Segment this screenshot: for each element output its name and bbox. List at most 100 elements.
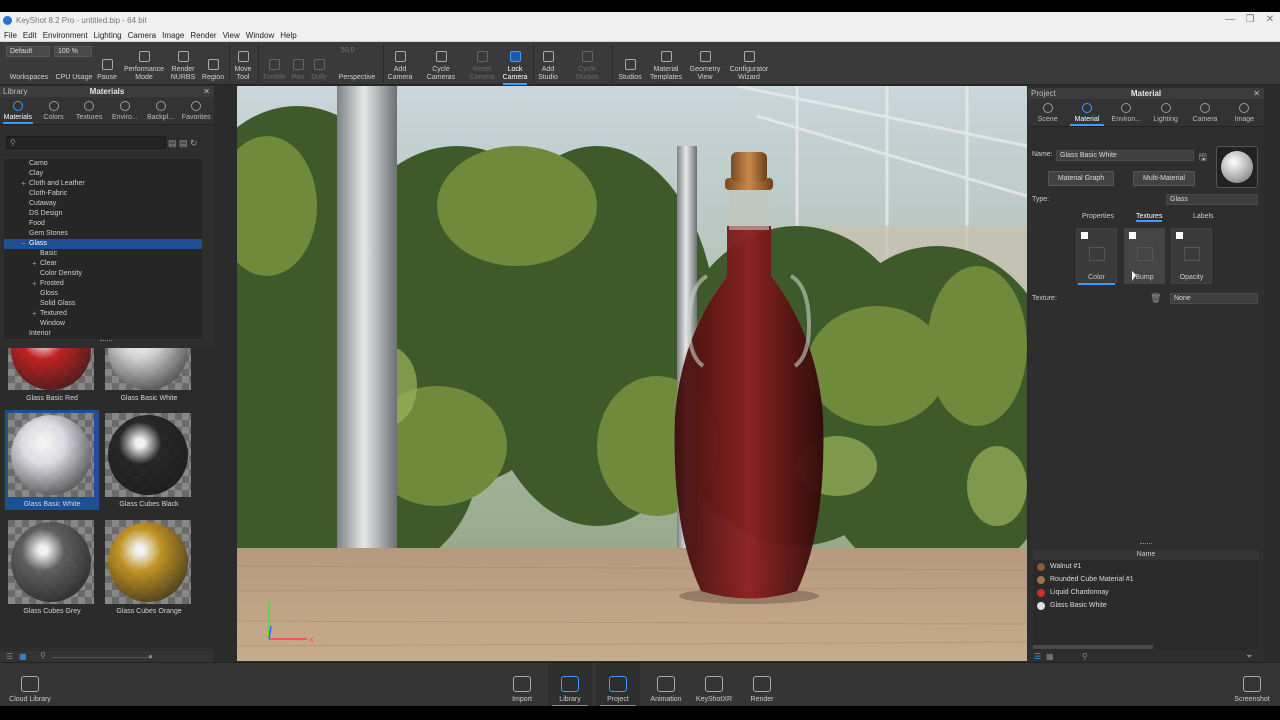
- lock-camera-button[interactable]: Lock Camera: [499, 42, 531, 85]
- tumble-button[interactable]: Tumble: [260, 42, 288, 85]
- multi-material-button[interactable]: Multi-Material: [1133, 171, 1195, 186]
- pause-button[interactable]: Pause: [94, 42, 120, 85]
- trash-icon[interactable]: 🗑: [1150, 293, 1161, 304]
- material-swatch[interactable]: Glass Basic White: [102, 348, 196, 404]
- texture-slot-bump[interactable]: Bump: [1124, 228, 1165, 284]
- subtab-textures[interactable]: Textures: [1136, 213, 1163, 222]
- thumbnail-size-slider[interactable]: [52, 657, 148, 658]
- expand-toggle-icon[interactable]: +: [32, 309, 37, 319]
- tree-item[interactable]: Solid Glass: [4, 299, 202, 309]
- import-button[interactable]: Import: [500, 663, 544, 706]
- menu-file[interactable]: File: [0, 30, 20, 41]
- tab-environments[interactable]: Enviro...: [107, 97, 143, 124]
- project-close-icon[interactable]: ✕: [1253, 88, 1260, 99]
- material-swatch[interactable]: Glass Cubes Orange: [102, 517, 196, 617]
- library-close-icon[interactable]: ✕: [203, 86, 210, 97]
- tree-item[interactable]: Interior: [4, 329, 202, 339]
- close-window-button[interactable]: ✕: [1260, 14, 1280, 25]
- tab-backplates[interactable]: Backpl...: [143, 97, 179, 124]
- workspaces-button[interactable]: Workspaces: [6, 42, 52, 85]
- material-swatch[interactable]: Glass Basic Red: [5, 348, 99, 404]
- folder-tools-icon[interactable]: ▤ ▤ ↻: [168, 138, 198, 149]
- perspective-button[interactable]: Perspective: [334, 42, 380, 85]
- tree-item[interactable]: + Clear: [4, 259, 202, 269]
- subtab-labels[interactable]: Labels: [1193, 213, 1214, 220]
- cpu-usage-button[interactable]: CPU Usage: [54, 42, 94, 85]
- screenshot-button[interactable]: Screenshot: [1230, 663, 1274, 706]
- pan-button[interactable]: Pan: [289, 42, 307, 85]
- tab-material[interactable]: Material: [1067, 99, 1106, 126]
- subtab-properties[interactable]: Properties: [1082, 213, 1114, 220]
- tree-item[interactable]: Camo: [4, 159, 202, 169]
- zoom-icon[interactable]: ⚲: [1082, 652, 1088, 661]
- cycle-studios-button[interactable]: Cycle Studios: [570, 42, 604, 85]
- tab-lighting[interactable]: Lighting: [1146, 99, 1185, 126]
- menu-image[interactable]: Image: [159, 30, 187, 41]
- render-nurbs-button[interactable]: Render NURBS: [168, 42, 198, 85]
- splitter-handle[interactable]: [1140, 543, 1152, 546]
- save-material-icon[interactable]: 🖫: [1199, 150, 1207, 166]
- expand-toggle-icon[interactable]: +: [32, 279, 37, 289]
- list-item[interactable]: Rounded Cube Material #1: [1033, 573, 1259, 586]
- tree-item[interactable]: Food: [4, 219, 202, 229]
- tab-environment[interactable]: Environ...: [1107, 99, 1146, 126]
- performance-mode-button[interactable]: Performance Mode: [122, 42, 166, 85]
- keyshotxr-button[interactable]: KeyShotXR: [692, 663, 736, 706]
- minimize-button[interactable]: —: [1220, 14, 1240, 25]
- material-templates-button[interactable]: Material Templates: [648, 42, 684, 85]
- region-button[interactable]: Region: [200, 42, 226, 85]
- list-view-icon[interactable]: ☰: [6, 652, 13, 661]
- tab-colors[interactable]: Colors: [36, 97, 72, 124]
- tree-item[interactable]: Cutaway: [4, 199, 202, 209]
- tab-image[interactable]: Image: [1225, 99, 1264, 126]
- render-button[interactable]: Render: [740, 663, 784, 706]
- project-button[interactable]: Project: [596, 663, 640, 706]
- menu-edit[interactable]: Edit: [20, 30, 40, 41]
- tree-item[interactable]: Window: [4, 319, 202, 329]
- tree-item[interactable]: Gloss: [4, 289, 202, 299]
- material-swatch[interactable]: Glass Basic White: [5, 410, 99, 510]
- checkbox[interactable]: [1176, 232, 1183, 239]
- tab-materials[interactable]: Materials: [0, 97, 36, 124]
- animation-button[interactable]: Animation: [644, 663, 688, 706]
- tree-item[interactable]: + Textured: [4, 309, 202, 319]
- tree-item[interactable]: Basic: [4, 249, 202, 259]
- material-name-input[interactable]: Glass Basic White: [1056, 150, 1194, 161]
- zoom-icon[interactable]: ⚲: [40, 651, 46, 660]
- filter-icon[interactable]: ⏷: [1246, 652, 1252, 662]
- menu-render[interactable]: Render: [187, 30, 219, 41]
- library-search-input[interactable]: ⚲: [6, 136, 166, 149]
- menu-camera[interactable]: Camera: [125, 30, 159, 41]
- move-tool-button[interactable]: Move Tool: [231, 42, 255, 85]
- grid-view-icon[interactable]: ▦: [1046, 652, 1054, 661]
- tree-item[interactable]: + Frosted: [4, 279, 202, 289]
- list-item[interactable]: Liquid Chardonnay: [1033, 586, 1259, 599]
- splitter-handle[interactable]: [100, 340, 112, 343]
- library-folder-tree[interactable]: Camo Clay + Cloth and Leather Cloth-Fabric Cu…: [4, 159, 202, 339]
- grid-view-icon[interactable]: ▦: [19, 652, 27, 661]
- tab-favorites[interactable]: Favorites: [178, 97, 214, 124]
- texture-slot-color[interactable]: Color: [1076, 228, 1117, 284]
- material-swatch[interactable]: Glass Cubes Grey: [5, 517, 99, 617]
- expand-toggle-icon[interactable]: +: [21, 179, 26, 189]
- menu-view[interactable]: View: [220, 30, 243, 41]
- texture-slot-opacity[interactable]: Opacity: [1171, 228, 1212, 284]
- expand-toggle-icon[interactable]: +: [32, 259, 37, 269]
- expand-toggle-icon[interactable]: −: [21, 239, 26, 249]
- reset-camera-button[interactable]: Reset Camera: [466, 42, 498, 85]
- horizontal-scrollbar[interactable]: [1033, 645, 1153, 649]
- material-swatch[interactable]: Glass Cubes Black: [102, 410, 196, 510]
- configurator-wizard-button[interactable]: Configurator Wizard: [726, 42, 772, 85]
- menu-help[interactable]: Help: [277, 30, 299, 41]
- studios-button[interactable]: Studios: [616, 42, 644, 85]
- geometry-view-button[interactable]: Geometry View: [687, 42, 723, 85]
- tree-item[interactable]: − Glass: [4, 239, 202, 249]
- cycle-cameras-button[interactable]: Cycle Cameras: [423, 42, 459, 85]
- list-item[interactable]: Walnut #1: [1033, 560, 1259, 573]
- tab-textures[interactable]: Textures: [71, 97, 107, 124]
- zoom-in-icon[interactable]: ●: [148, 652, 153, 661]
- material-graph-button[interactable]: Material Graph: [1048, 171, 1114, 186]
- tree-item[interactable]: DS Design: [4, 209, 202, 219]
- add-camera-button[interactable]: Add Camera: [385, 42, 415, 85]
- add-studio-button[interactable]: Add Studio: [535, 42, 561, 85]
